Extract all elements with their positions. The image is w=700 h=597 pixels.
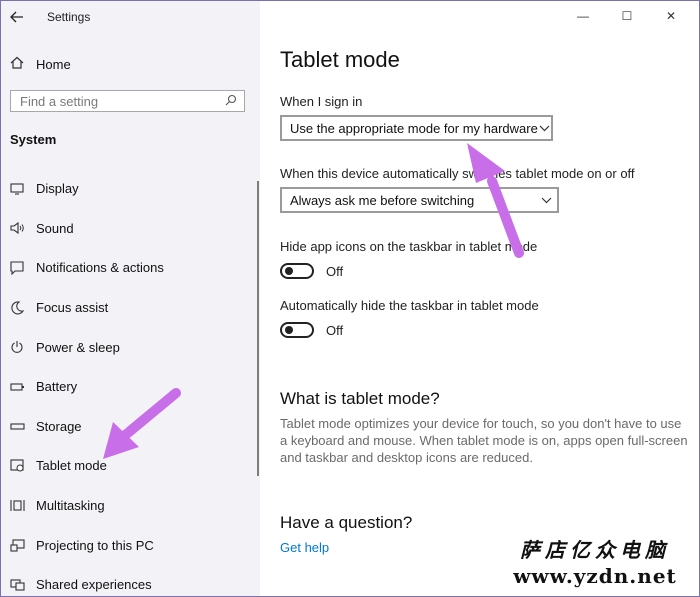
sidebar-item-display[interactable]: Display	[1, 169, 256, 209]
home-icon	[9, 56, 25, 72]
sidebar-item-focus-assist[interactable]: Focus assist	[1, 288, 256, 328]
tablet-mode-icon	[9, 458, 25, 474]
display-icon	[9, 181, 25, 197]
sidebar-item-label: Display	[36, 181, 79, 197]
sidebar-item-notifications[interactable]: Notifications & actions	[1, 248, 256, 288]
close-button[interactable]: ✕	[649, 4, 693, 28]
title-bar: Settings	[1, 1, 260, 33]
sidebar-item-label: Notifications & actions	[36, 260, 164, 276]
sidebar-item-storage[interactable]: Storage	[1, 407, 256, 447]
signin-label: When I sign in	[280, 94, 363, 109]
battery-icon	[9, 379, 25, 395]
multitasking-icon	[9, 498, 25, 514]
sidebar-scrollbar[interactable]	[257, 181, 259, 476]
toggle-knob	[285, 326, 293, 334]
sidebar-item-shared-experiences[interactable]: Shared experiences	[1, 565, 256, 596]
back-arrow-icon[interactable]	[7, 7, 27, 27]
sound-icon	[9, 220, 25, 236]
settings-window: Settings Home Find a setting System Disp…	[0, 0, 700, 597]
sidebar-item-sound[interactable]: Sound	[1, 209, 256, 249]
get-help-link[interactable]: Get help	[280, 540, 329, 555]
hide-icons-label: Hide app icons on the taskbar in tablet …	[280, 239, 538, 254]
search-placeholder: Find a setting	[20, 93, 99, 109]
sidebar-item-label: Projecting to this PC	[36, 537, 154, 553]
sidebar-item-label: Power & sleep	[36, 339, 120, 355]
question-heading: Have a question?	[280, 513, 413, 532]
watermark-url: www.yzdn.net	[513, 564, 677, 588]
search-input[interactable]: Find a setting	[10, 90, 245, 112]
hide-taskbar-label: Automatically hide the taskbar in tablet…	[280, 298, 539, 313]
sidebar-item-tablet-mode[interactable]: Tablet mode	[1, 446, 256, 486]
sidebar-item-multitasking[interactable]: Multitasking	[1, 486, 256, 526]
chevron-down-icon	[538, 121, 551, 135]
switch-behavior-value: Always ask me before switching	[290, 192, 475, 208]
watermark-text: 萨店亿众电脑	[520, 538, 670, 562]
sidebar-item-label: Battery	[36, 379, 78, 395]
storage-icon	[9, 418, 25, 434]
shared-experiences-icon	[9, 577, 25, 593]
search-icon[interactable]	[221, 94, 241, 109]
maximize-button[interactable]: ☐	[605, 4, 649, 28]
watermark: 萨店亿众电脑 www.yzdn.net	[497, 534, 693, 588]
sidebar-item-label: Storage	[36, 418, 82, 434]
sidebar-item-power-sleep[interactable]: Power & sleep	[1, 327, 256, 367]
sidebar-item-projecting[interactable]: Projecting to this PC	[1, 525, 256, 565]
page-title: Tablet mode	[280, 47, 400, 72]
minimize-button[interactable]: —	[561, 4, 605, 28]
hide-icons-state: Off	[326, 263, 344, 279]
sidebar-item-home[interactable]: Home	[9, 54, 249, 74]
chevron-down-icon	[535, 193, 557, 207]
main-content: — ☐ ✕ Tablet mode When I sign in Use the…	[260, 1, 699, 596]
notification-icon	[9, 260, 25, 276]
app-title: Settings	[47, 10, 91, 24]
moon-icon	[9, 300, 25, 316]
tablet-mode-description: Tablet mode optimizes your device for to…	[280, 416, 688, 465]
section-label-system: System	[10, 132, 57, 147]
sidebar-item-label: Focus assist	[36, 300, 109, 316]
switch-behavior-dropdown[interactable]: Always ask me before switching	[280, 187, 559, 213]
switch-label: When this device automatically switches …	[280, 166, 635, 181]
what-is-tablet-mode-heading: What is tablet mode?	[280, 389, 440, 408]
hide-taskbar-toggle[interactable]	[280, 322, 314, 338]
sidebar: Settings Home Find a setting System Disp…	[1, 1, 260, 596]
signin-mode-value: Use the appropriate mode for my hardware	[290, 120, 538, 136]
power-icon	[9, 339, 25, 355]
hide-taskbar-toggle-row: Off	[280, 322, 343, 338]
toggle-knob	[285, 267, 293, 275]
hide-icons-toggle[interactable]	[280, 263, 314, 279]
window-controls: — ☐ ✕	[561, 4, 693, 28]
hide-taskbar-state: Off	[326, 322, 344, 338]
hide-icons-toggle-row: Off	[280, 263, 343, 279]
sidebar-item-battery[interactable]: Battery	[1, 367, 256, 407]
projecting-icon	[9, 537, 25, 553]
sidebar-item-label: Multitasking	[36, 498, 105, 514]
signin-mode-dropdown[interactable]: Use the appropriate mode for my hardware	[280, 115, 553, 141]
sidebar-item-label: Sound	[36, 220, 74, 236]
home-label: Home	[36, 56, 71, 72]
sidebar-item-label: Tablet mode	[36, 458, 107, 474]
sidebar-item-label: Shared experiences	[36, 577, 152, 593]
sidebar-nav-list: Display Sound Notifications & actions Fo…	[1, 169, 256, 596]
